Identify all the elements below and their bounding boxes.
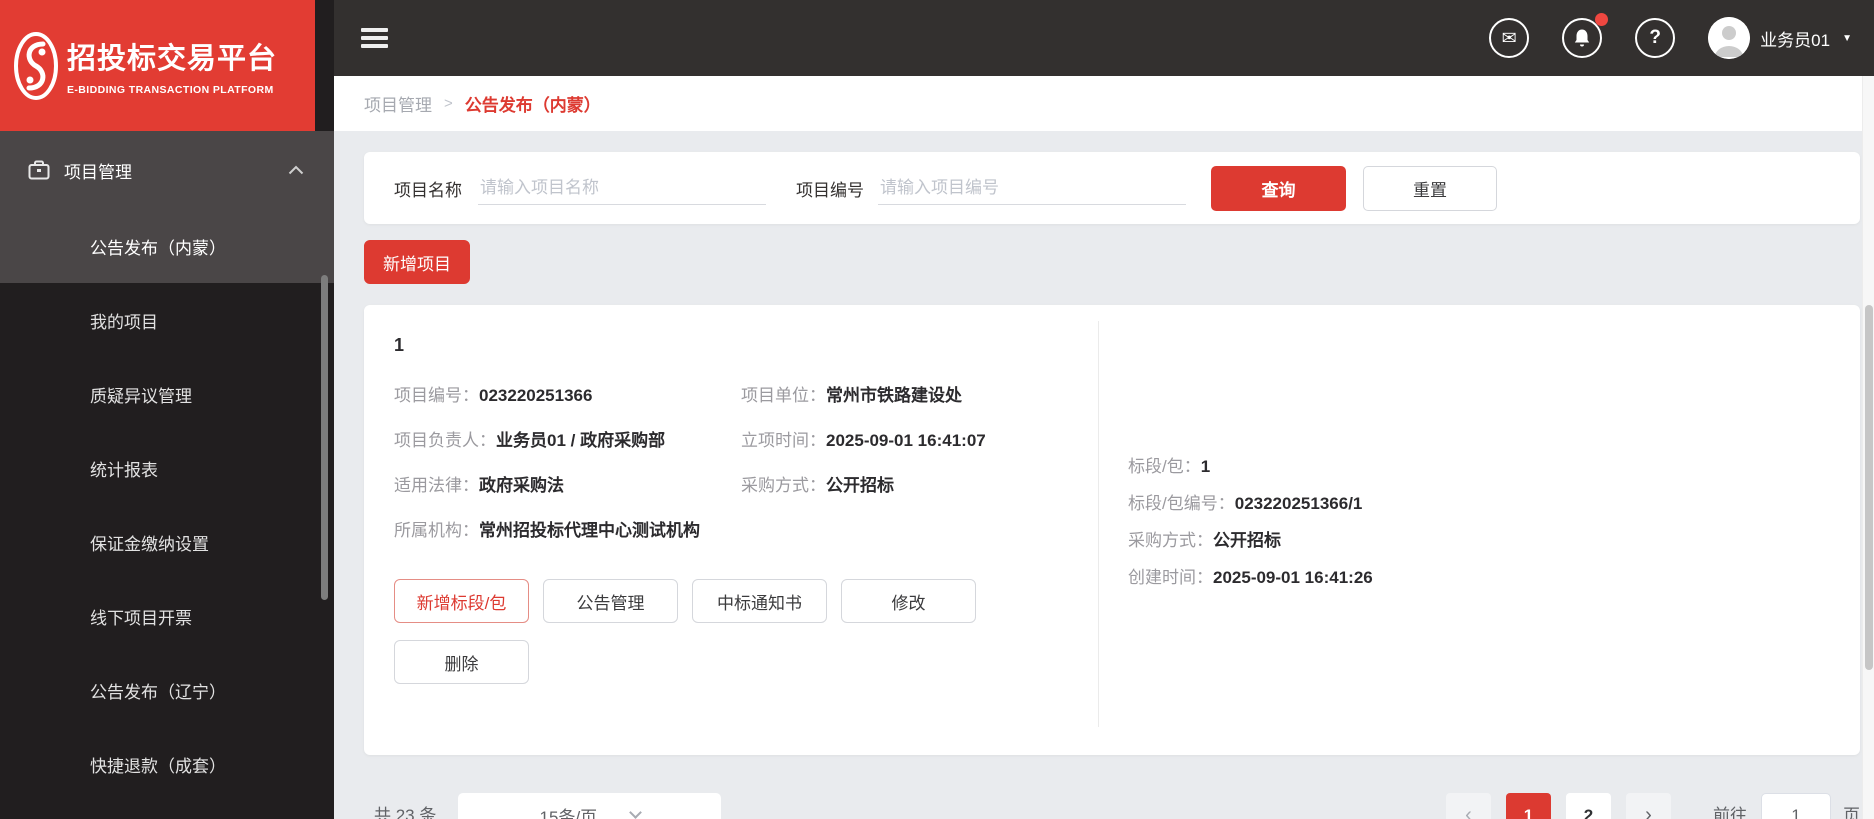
sidebar-item-label: 质疑异议管理	[90, 386, 192, 406]
project-code-input[interactable]	[878, 171, 1186, 205]
project-row: 1 项目编号：023220251366 项目单位：常州市铁路建设处 项目负责人：…	[364, 305, 1860, 755]
add-section-button[interactable]: 新增标段/包	[394, 579, 529, 623]
project-details: 项目编号：023220251366 项目单位：常州市铁路建设处 项目负责人：业务…	[394, 384, 1094, 543]
sidebar-item-label: 快捷退款（成套）	[90, 756, 226, 776]
breadcrumb-parent[interactable]: 项目管理	[364, 91, 432, 116]
project-actions-row-2: 删除	[394, 640, 1830, 684]
breadcrumb: 项目管理 > 公告发布（内蒙）	[334, 76, 1874, 131]
sidebar-item-statistics-report[interactable]: 统计报表	[0, 431, 334, 505]
search-button[interactable]: 查询	[1211, 165, 1346, 211]
next-page-button[interactable]: ›	[1626, 793, 1671, 819]
organization-field: 所属机构：常州招投标代理中心测试机构	[394, 521, 700, 540]
message-icon[interactable]: ✉	[1489, 18, 1530, 58]
total-count: 共 23 条	[374, 806, 437, 819]
pagination-bar: 共 23 条 15条/页 ‹ 1 2 › 前往 页	[364, 793, 1860, 819]
goto-label: 前往	[1713, 806, 1747, 819]
chevron-down-icon	[629, 806, 643, 819]
brand-title: 招投标交易平台	[67, 43, 278, 75]
breadcrumb-current: 公告发布（内蒙）	[464, 96, 601, 115]
sidebar-item-label: 线下项目开票	[90, 608, 192, 628]
page-scrollbar[interactable]	[1862, 76, 1874, 819]
sidebar-item-offline-invoicing[interactable]: 线下项目开票	[0, 579, 334, 653]
main-area: ✉ ? 业务员01 ▼ 项目管理 > 公告发布（内蒙） 项目名称 请输入项目名称…	[334, 0, 1874, 819]
delete-button[interactable]: 删除	[394, 640, 529, 684]
page-size-value: 15条/页	[539, 808, 598, 819]
project-code-field: 项目编号：023220251366	[394, 386, 593, 405]
avatar	[1708, 17, 1751, 59]
page-2-button[interactable]: 2	[1566, 793, 1611, 819]
project-name-label: 项目名称	[394, 180, 462, 200]
project-unit-field: 项目单位：常州市铁路建设处	[741, 386, 962, 405]
sidebar-item-quick-refund[interactable]: 快捷退款（成套）	[0, 727, 334, 801]
brand-logo-icon	[14, 31, 58, 100]
sidebar-item-objection-management[interactable]: 质疑异议管理	[0, 357, 334, 431]
notification-badge	[1595, 13, 1609, 26]
prev-page-button[interactable]: ‹	[1446, 793, 1491, 819]
project-setup-time-field: 立项时间：2025-09-01 16:41:07	[741, 431, 986, 450]
brand-logo: 招投标交易平台 E-BIDDING TRANSACTION PLATFORM	[0, 0, 315, 131]
announcement-management-button[interactable]: 公告管理	[543, 579, 678, 623]
app-window: 招投标交易平台 E-BIDDING TRANSACTION PLATFORM 项…	[0, 0, 1874, 819]
chevron-up-icon	[288, 165, 304, 175]
sidebar-scrollbar[interactable]	[321, 275, 328, 600]
username: 业务员01	[1760, 30, 1831, 50]
sidebar-parent-label: 项目管理	[64, 162, 132, 182]
section-details: 标段/包：1 标段/包编号：023220251366/1 采购方式：公开招标 创…	[1128, 455, 1373, 603]
page-size-select[interactable]: 15条/页	[458, 793, 722, 819]
user-menu[interactable]: 业务员01 ▼	[1708, 17, 1852, 59]
project-leader-field: 项目负责人：业务员01 / 政府采购部	[394, 431, 666, 450]
goto-page-input[interactable]	[1761, 793, 1831, 819]
notification-bell-icon[interactable]	[1562, 13, 1609, 58]
sidebar-item-deposit-settings[interactable]: 保证金缴纳设置	[0, 505, 334, 579]
brand-subtitle: E-BIDDING TRANSACTION PLATFORM	[67, 84, 274, 96]
sidebar-item-label: 公告发布（辽宁）	[90, 682, 226, 702]
section-code-field: 标段/包编号：023220251366/1	[1128, 494, 1363, 513]
reset-button[interactable]: 重置	[1363, 165, 1497, 211]
content-area: 项目名称 项目编号 查询 重置 新增项目 1 项目编号：023220251366…	[334, 131, 1874, 819]
sidebar-item-label: 公告发布（内蒙）	[90, 238, 226, 258]
section-created-field: 创建时间：2025-09-01 16:41:26	[1128, 568, 1373, 587]
briefcase-icon	[28, 160, 50, 180]
section-divider	[1098, 321, 1099, 727]
sidebar-item-project-management[interactable]: 项目管理	[0, 131, 334, 209]
sidebar-item-announcement-liaoning[interactable]: 公告发布（辽宁）	[0, 653, 334, 727]
help-icon[interactable]: ?	[1635, 18, 1676, 58]
project-index: 1	[394, 335, 405, 355]
project-code-label: 项目编号	[796, 180, 864, 200]
top-bar: ✉ ? 业务员01 ▼	[334, 0, 1874, 76]
sidebar-item-label: 我的项目	[90, 312, 158, 332]
project-actions-row-1: 新增标段/包 公告管理 中标通知书 修改	[394, 579, 1830, 623]
applicable-law-field: 适用法律：政府采购法	[394, 476, 564, 495]
page-scrollbar-thumb[interactable]	[1865, 305, 1873, 670]
edit-button[interactable]: 修改	[841, 579, 976, 623]
sidebar-menu: 项目管理 公告发布（内蒙） 我的项目 质疑异议管理 统计报表 保证金缴纳设置 线…	[0, 131, 334, 801]
page-1-button[interactable]: 1	[1506, 793, 1551, 819]
filter-bar: 项目名称 项目编号 查询 重置	[364, 152, 1860, 224]
menu-toggle-icon[interactable]	[361, 24, 388, 52]
user-menu-caret-icon: ▼	[1842, 32, 1852, 44]
award-notice-button[interactable]: 中标通知书	[692, 579, 827, 623]
procurement-method-field: 采购方式：公开招标	[741, 476, 894, 495]
sidebar-item-label: 保证金缴纳设置	[90, 534, 209, 554]
section-number-field: 标段/包：1	[1128, 457, 1211, 476]
project-name-input[interactable]	[478, 171, 766, 205]
add-project-button[interactable]: 新增项目	[364, 240, 470, 284]
goto-unit-label: 页	[1843, 806, 1860, 819]
sidebar-item-my-projects[interactable]: 我的项目	[0, 283, 334, 357]
sidebar-item-announcement-neimeng[interactable]: 公告发布（内蒙）	[0, 209, 334, 283]
breadcrumb-separator-icon: >	[444, 95, 453, 112]
section-method-field: 采购方式：公开招标	[1128, 531, 1281, 550]
sidebar-item-label: 统计报表	[90, 460, 158, 480]
sidebar: 招投标交易平台 E-BIDDING TRANSACTION PLATFORM 项…	[0, 0, 334, 819]
